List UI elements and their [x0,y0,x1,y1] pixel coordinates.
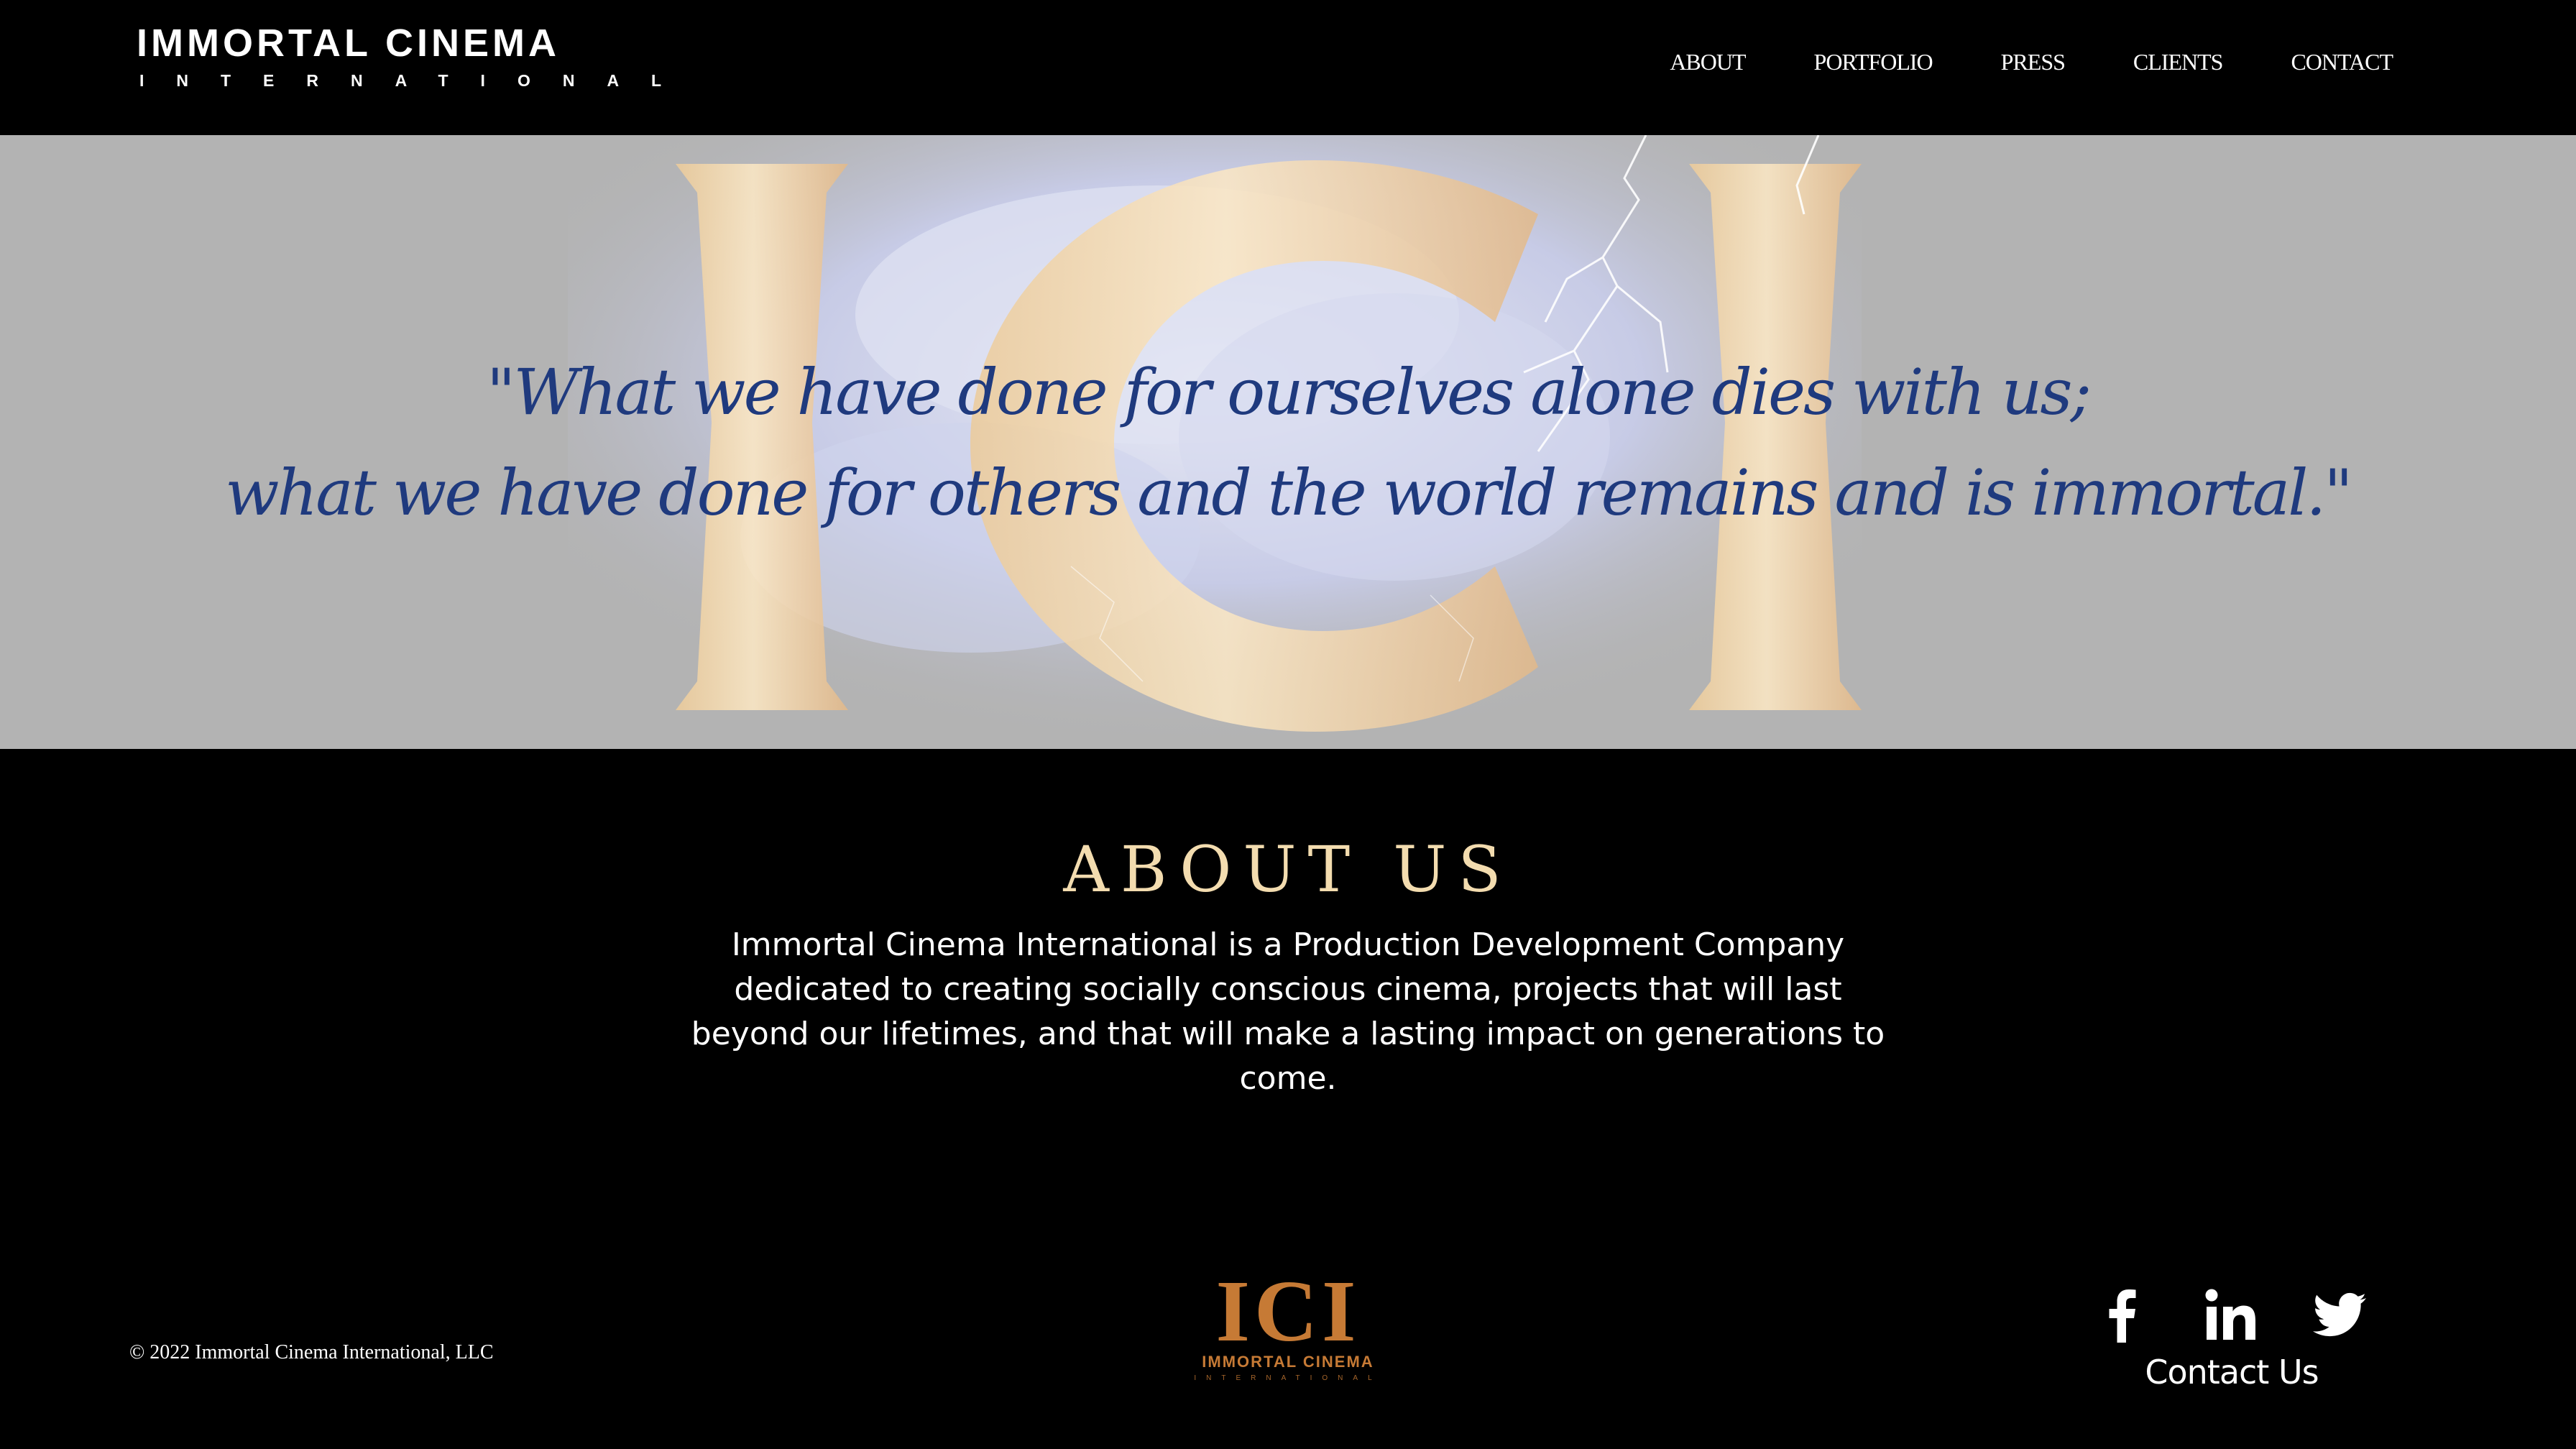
nav-portfolio[interactable]: PORTFOLIO [1814,49,1933,75]
hero-quote: "What we have done for ourselves alone d… [0,342,2576,543]
nav-clients[interactable]: CLIENTS [2133,49,2224,75]
about-title: ABOUT US [1063,832,1513,906]
brand-name: IMMORTAL CINEMA [137,22,560,65]
nav-about[interactable]: ABOUT [1670,49,1746,75]
footer-logo-name: IMMORTAL CINEMA [1202,1353,1374,1371]
footer-logo[interactable]: ICI IMMORTAL CINEMA INTERNATIONAL [1192,1263,1384,1394]
contact-us-link[interactable]: Contact Us [2120,1353,2343,1392]
brand-subtitle: INTERNATIONAL [139,71,694,90]
about-description: Immortal Cinema International is a Produ… [691,926,1885,1097]
social-bar [2093,1287,2438,1344]
linkedin-icon[interactable] [2202,1287,2260,1344]
footer-logo-letters: ICI [1215,1263,1361,1360]
hero-banner: "What we have done for ourselves alone d… [0,135,2576,749]
brand-logo[interactable]: IMMORTAL CINEMA INTERNATIONAL [137,22,694,92]
quote-line-2: what we have done for others and the wor… [225,456,2353,530]
nav-press[interactable]: PRESS [2001,49,2066,75]
facebook-icon[interactable] [2093,1287,2150,1344]
twitter-icon[interactable] [2312,1287,2369,1344]
copyright-text: © 2022 Immortal Cinema International, LL… [129,1341,494,1363]
main-nav: ABOUT PORTFOLIO PRESS CLIENTS CONTACT [1601,49,2393,75]
nav-contact[interactable]: CONTACT [2291,49,2393,75]
quote-line-1: "What we have done for ourselves alone d… [486,355,2092,429]
site-header: IMMORTAL CINEMA INTERNATIONAL ABOUT PORT… [0,0,2576,135]
footer-logo-subtitle: INTERNATIONAL [1194,1374,1382,1382]
